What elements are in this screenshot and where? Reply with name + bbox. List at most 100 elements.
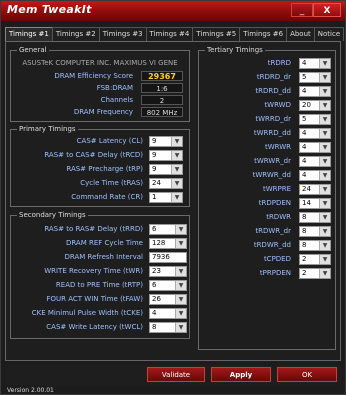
tcpded-select[interactable]: 2 ▼ [299,254,331,265]
twrwr-label: tWRWR [264,143,291,151]
tfaw-label: FOUR ACT WIN Time (tFAW) [46,295,143,303]
trcd-select[interactable]: 9 ▼ [149,150,183,161]
trdrd-select[interactable]: 4 ▼ [299,58,331,69]
twrrd-dr-value: 5 [302,115,307,123]
twcl-select[interactable]: 8 ▼ [149,322,187,333]
tab-bar: Timings #1 Timings #2 Timings #3 Timings… [5,27,345,42]
twrrd-dr-label: tWRRD_dr [255,115,291,123]
tab-about[interactable]: About [286,27,315,41]
channels-value: 2 [141,95,183,105]
trrd-select[interactable]: 6 ▼ [149,224,187,235]
minimize-button[interactable]: _ [291,3,313,17]
twrpre-select[interactable]: 24 ▼ [299,184,331,195]
twr-select[interactable]: 23 ▼ [149,266,187,277]
twrrd-dd-select[interactable]: 4 ▼ [299,128,331,139]
trdwr-dr-select[interactable]: 8 ▼ [299,226,331,237]
chevron-down-icon: ▼ [319,241,330,250]
chevron-down-icon: ▼ [319,269,330,278]
secondary-timings-group: Secondary Timings RAS# to RAS# Delay (tR… [10,211,190,339]
primary-timings-group: Primary Timings CAS# Latency (CL) 9 ▼ RAS… [10,125,190,207]
tprpden-label: tPRPDEN [259,269,291,277]
twrwr-dd-label: tWRWR_dd [252,171,291,179]
chevron-down-icon: ▼ [175,267,186,276]
tab-notice[interactable]: Notice [313,27,345,41]
twrwr-select[interactable]: 4 ▼ [299,142,331,153]
cl-value: 9 [152,137,157,145]
efficiency-value: 29367 [141,71,183,81]
fsb-dram-value: 1:6 [141,83,183,93]
title-bar[interactable]: Mem TweakIt _ X [1,1,345,21]
trdpden-select[interactable]: 14 ▼ [299,198,331,209]
chevron-down-icon: ▼ [171,137,182,146]
chevron-down-icon: ▼ [171,165,182,174]
tab-timings-5[interactable]: Timings #5 [192,27,241,41]
trdwr-select[interactable]: 8 ▼ [299,212,331,223]
fsb-dram-label: FSB:DRAM [96,84,133,92]
twrwr-value: 4 [302,143,307,151]
chevron-down-icon: ▼ [319,255,330,264]
cl-select[interactable]: 9 ▼ [149,136,183,147]
twrwr-dr-select[interactable]: 4 ▼ [299,156,331,167]
trdwr-dd-value: 8 [302,241,307,249]
chevron-down-icon: ▼ [175,323,186,332]
tfaw-value: 26 [152,295,161,303]
primary-title: Primary Timings [17,125,78,133]
tras-select[interactable]: 24 ▼ [149,178,183,189]
tertiary-timings-group: Tertiary Timings tRDRD 4 ▼ tRDRD_dr 5 ▼ tR… [198,46,336,350]
tcpded-value: 2 [302,255,307,263]
trdwr-dr-value: 8 [302,227,307,235]
tab-timings-1[interactable]: Timings #1 [5,27,53,42]
trp-label: RAS# Precharge (tRP) [66,165,143,173]
app-window: Mem TweakIt _ X Timings #1 Timings #2 Ti… [0,0,346,395]
trdpden-value: 14 [302,199,311,207]
cr-select[interactable]: 1 ▼ [149,192,183,203]
tab-timings-2[interactable]: Timings #2 [51,27,100,41]
tprpden-value: 2 [302,269,307,277]
dram-frequency-value: 802 MHz [141,107,183,117]
general-title: General [17,46,49,54]
trdwr-dd-select[interactable]: 8 ▼ [299,240,331,251]
twrwd-select[interactable]: 20 ▼ [299,100,331,111]
trdrd-dr-select[interactable]: 5 ▼ [299,72,331,83]
button-bar: Validate Apply OK [5,365,341,385]
trdrd-dd-value: 4 [302,87,307,95]
chevron-down-icon: ▼ [319,171,330,180]
tcke-select[interactable]: 4 ▼ [149,308,187,319]
chevron-down-icon: ▼ [319,101,330,110]
trcd-label: RAS# to CAS# Delay (tRCD) [44,151,143,159]
twr-value: 23 [152,267,161,275]
trp-select[interactable]: 9 ▼ [149,164,183,175]
twrrd-dr-select[interactable]: 5 ▼ [299,114,331,125]
trefi-label: DRAM Refresh Interval [64,253,144,261]
twrwr-dr-label: tWRWR_dr [254,157,291,165]
chevron-down-icon: ▼ [175,309,186,318]
channels-label: Channels [100,96,133,104]
trdwr-dr-label: tRDWR_dr [255,227,291,235]
close-button[interactable]: X [313,3,341,17]
cl-label: CAS# Latency (CL) [76,137,143,145]
trtp-value: 6 [152,281,157,289]
trdrd-dd-select[interactable]: 4 ▼ [299,86,331,97]
trefi-input[interactable]: 7936 [149,252,187,263]
apply-button[interactable]: Apply [211,367,271,382]
trtp-select[interactable]: 6 ▼ [149,280,187,291]
ok-button[interactable]: OK [277,367,337,382]
tras-value: 24 [152,179,161,187]
trfc-value: 128 [152,239,166,247]
validate-button[interactable]: Validate [147,367,205,382]
trdpden-label: tRDPDEN [258,199,291,207]
trcd-value: 9 [152,151,157,159]
twrwr-dd-select[interactable]: 4 ▼ [299,170,331,181]
tab-timings-3[interactable]: Timings #3 [98,27,147,41]
trfc-select[interactable]: 128 ▼ [149,238,187,249]
tab-timings-6[interactable]: Timings #6 [239,27,288,41]
timings-panel: General ASUSTeK COMPUTER INC. MAXIMUS VI… [5,41,341,361]
tfaw-select[interactable]: 26 ▼ [149,294,187,305]
chevron-down-icon: ▼ [171,193,182,202]
chevron-down-icon: ▼ [319,227,330,236]
chevron-down-icon: ▼ [175,239,186,248]
version-label: Version 2.00.01 [7,387,54,394]
tab-timings-4[interactable]: Timings #4 [145,27,194,41]
tras-label: Cycle Time (tRAS) [80,179,143,187]
tprpden-select[interactable]: 2 ▼ [299,268,331,279]
